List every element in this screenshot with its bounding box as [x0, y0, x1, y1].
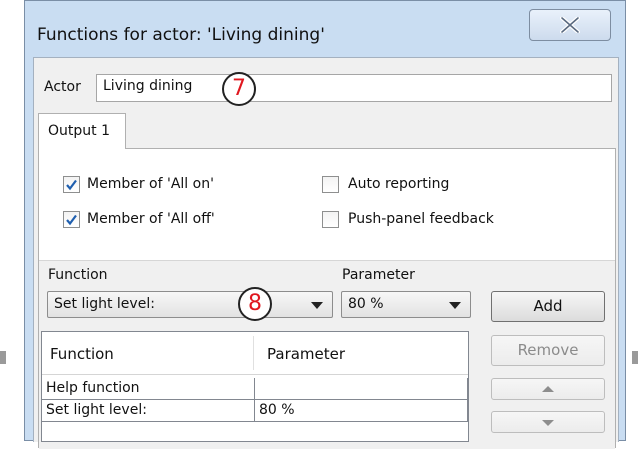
member-all-off-checkbox[interactable] — [63, 211, 80, 228]
dropdown-arrow-icon — [311, 302, 323, 309]
move-up-button[interactable] — [491, 378, 605, 400]
table-cell-parameter: 80 % — [255, 400, 468, 422]
background-edge-mark — [632, 351, 638, 364]
member-all-on-checkbox[interactable] — [63, 176, 80, 193]
column-header-function[interactable]: Function — [50, 345, 114, 363]
actor-functions-dialog: Functions for actor: 'Living dining' Act… — [24, 0, 626, 449]
table-row[interactable]: Set light level: 80 % — [42, 400, 468, 422]
function-table[interactable]: Function Parameter Help function Set lig… — [41, 331, 469, 442]
auto-reporting-label: Auto reporting — [348, 176, 450, 192]
close-icon — [560, 17, 580, 33]
callout-marker-8: 8 — [238, 287, 272, 321]
background-edge-mark — [0, 351, 6, 364]
dropdown-arrow-icon — [449, 302, 461, 309]
push-panel-feedback-checkbox[interactable] — [322, 211, 339, 228]
column-divider — [253, 336, 254, 370]
check-icon — [66, 179, 77, 191]
actor-label: Actor — [44, 79, 81, 95]
table-header: Function Parameter — [42, 332, 468, 375]
tab-output-1-label: Output 1 — [48, 123, 110, 139]
background-window-right — [626, 0, 638, 441]
auto-reporting-checkbox[interactable] — [322, 176, 339, 193]
table-cell-function: Help function — [42, 378, 255, 400]
column-header-parameter[interactable]: Parameter — [267, 345, 345, 363]
push-panel-feedback-label: Push-panel feedback — [348, 211, 494, 227]
move-down-icon — [542, 420, 554, 426]
move-up-icon — [542, 386, 554, 392]
member-all-on-label: Member of 'All on' — [87, 176, 214, 192]
add-button[interactable]: Add — [491, 291, 605, 322]
table-row[interactable]: Help function — [42, 378, 468, 400]
function-dropdown[interactable]: Set light level: — [47, 291, 333, 318]
parameter-dropdown-value: 80 % — [348, 296, 384, 312]
remove-button[interactable]: Remove — [491, 335, 605, 366]
parameter-label: Parameter — [342, 267, 415, 283]
function-label: Function — [48, 267, 108, 283]
move-down-button[interactable] — [491, 411, 605, 433]
table-cell-function: Set light level: — [42, 400, 255, 422]
actor-name-value: Living dining — [103, 78, 193, 94]
close-button[interactable] — [529, 9, 611, 41]
table-cell-parameter — [255, 378, 468, 400]
parameter-dropdown[interactable]: 80 % — [341, 291, 471, 318]
actor-name-input[interactable]: Living dining — [96, 74, 612, 102]
function-dropdown-value: Set light level: — [54, 296, 155, 312]
callout-marker-7: 7 — [222, 72, 256, 106]
membership-options-section: Member of 'All on' Member of 'All off' A… — [39, 149, 615, 260]
background-window-left — [0, 0, 24, 441]
tab-output-1[interactable]: Output 1 — [38, 113, 126, 149]
dialog-title: Functions for actor: 'Living dining' — [37, 25, 325, 45]
member-all-off-label: Member of 'All off' — [87, 211, 215, 227]
check-icon — [66, 214, 77, 226]
